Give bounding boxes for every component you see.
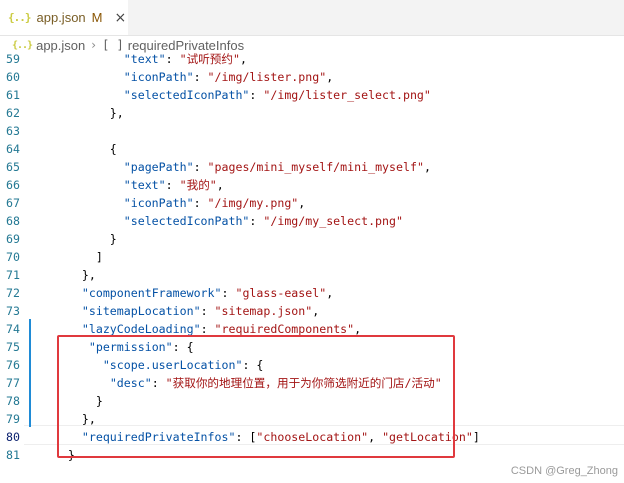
code-text: "selectedIconPath": "/img/lister_select.… xyxy=(123,88,431,102)
line-number: 74 xyxy=(6,322,20,336)
code-line[interactable]: 62 }, xyxy=(0,104,624,122)
line-number: 72 xyxy=(6,286,20,300)
line-number: 71 xyxy=(6,268,20,282)
code-line[interactable]: 71 }, xyxy=(0,266,624,284)
line-number: 76 xyxy=(6,358,20,372)
line-number: 64 xyxy=(6,142,20,156)
code-text: ] xyxy=(40,250,103,264)
line-number: 68 xyxy=(6,214,20,228)
code-line[interactable]: 63 xyxy=(0,122,624,140)
code-line[interactable]: 59 "text": "试听预约", xyxy=(0,50,624,68)
line-number: 66 xyxy=(6,178,20,192)
code-line[interactable]: 60 "iconPath": "/img/lister.png", xyxy=(0,68,624,86)
code-text: }, xyxy=(40,268,96,282)
code-text: "pagePath": "pages/mini_myself/mini_myse… xyxy=(123,160,431,174)
line-number: 73 xyxy=(6,304,20,318)
code-line[interactable]: 73 "sitemapLocation": "sitemap.json", xyxy=(0,302,624,320)
code-line[interactable]: 61 "selectedIconPath": "/img/lister_sele… xyxy=(0,86,624,104)
line-number: 61 xyxy=(6,88,20,102)
code-line[interactable]: 66 "text": "我的", xyxy=(0,176,624,194)
close-icon[interactable]: × xyxy=(115,10,127,26)
line-number: 62 xyxy=(6,106,20,120)
code-line[interactable]: 64 { xyxy=(0,140,624,158)
modified-indicator: M xyxy=(91,10,103,25)
line-number: 65 xyxy=(6,160,20,174)
tab-bar: {..} app.json M × xyxy=(0,0,624,36)
line-number: 78 xyxy=(6,394,20,408)
code-text: "selectedIconPath": "/img/my_select.png" xyxy=(123,214,403,228)
code-line[interactable]: 69 } xyxy=(0,230,624,248)
line-number: 60 xyxy=(6,70,20,84)
code-text: "componentFramework": "glass-easel", xyxy=(81,286,334,300)
tab-title: app.json xyxy=(36,10,86,25)
code-text: { xyxy=(40,142,117,156)
annotation-box xyxy=(57,335,455,458)
line-number: 69 xyxy=(6,232,20,246)
code-text: "text": "试听预约", xyxy=(123,52,247,66)
json-file-icon: {..} xyxy=(8,11,31,24)
line-number: 77 xyxy=(6,376,20,390)
line-number: 81 xyxy=(6,448,20,462)
code-line[interactable]: 67 "iconPath": "/img/my.png", xyxy=(0,194,624,212)
line-number: 80 xyxy=(6,430,20,444)
code-line[interactable]: 70 ] xyxy=(0,248,624,266)
line-number: 63 xyxy=(6,124,20,138)
line-number: 59 xyxy=(6,52,20,66)
line-number: 67 xyxy=(6,196,20,210)
code-text: "iconPath": "/img/lister.png", xyxy=(123,70,334,84)
line-number: 75 xyxy=(6,340,20,354)
code-text: "text": "我的", xyxy=(123,178,224,192)
code-text: "sitemapLocation": "sitemap.json", xyxy=(81,304,320,318)
code-line[interactable]: 72 "componentFramework": "glass-easel", xyxy=(0,284,624,302)
tab-app-json[interactable]: {..} app.json M × xyxy=(0,0,128,35)
code-text: }, xyxy=(40,106,124,120)
line-number: 70 xyxy=(6,250,20,264)
watermark: CSDN @Greg_Zhong xyxy=(510,465,618,477)
code-text: } xyxy=(40,232,117,246)
code-line[interactable]: 68 "selectedIconPath": "/img/my_select.p… xyxy=(0,212,624,230)
code-text: "iconPath": "/img/my.png", xyxy=(123,196,306,210)
code-line[interactable]: 65 "pagePath": "pages/mini_myself/mini_m… xyxy=(0,158,624,176)
line-number: 79 xyxy=(6,412,20,426)
